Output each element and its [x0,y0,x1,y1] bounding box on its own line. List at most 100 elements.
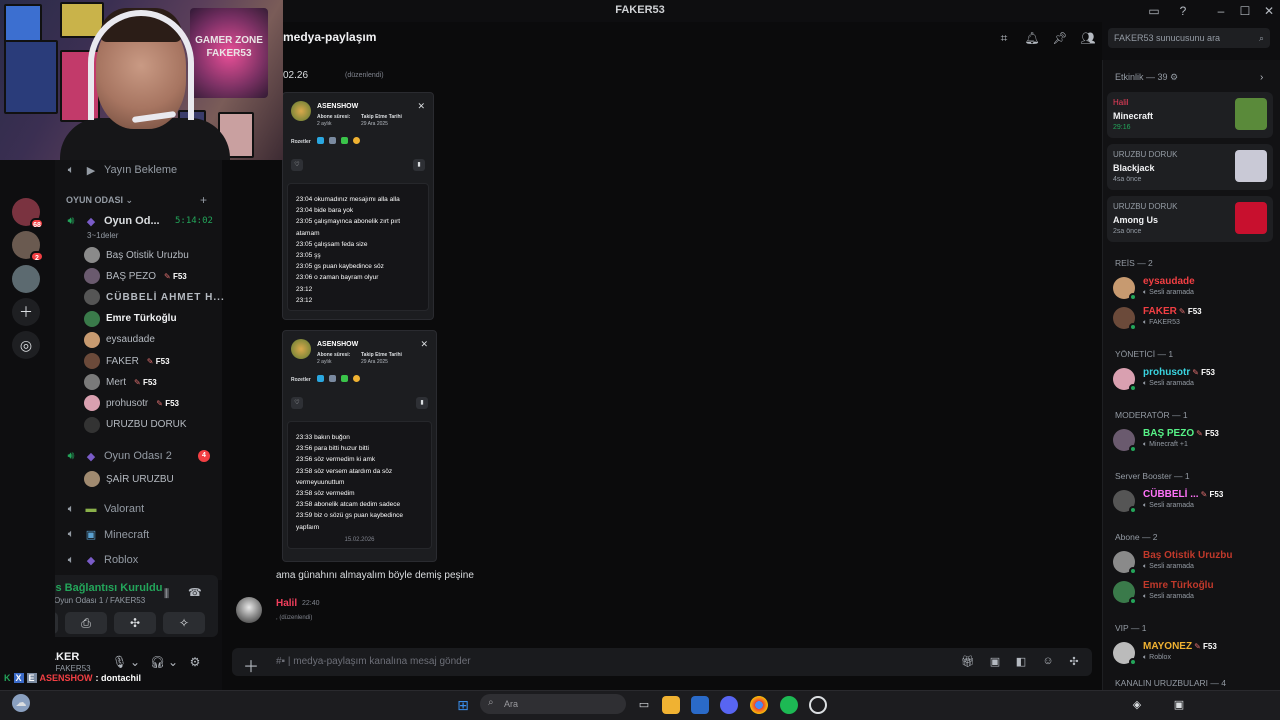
activity-card[interactable]: URUZBU DORUK Blackjack 4sa önce [1107,144,1273,190]
app-icon[interactable] [809,696,827,714]
add-channel-icon[interactable]: + [200,193,207,207]
member-row[interactable]: MAYONEZF53 🔈︎ Roblox [1113,639,1273,666]
badge-icon [353,375,360,382]
chat-log-line: 23:06 o zaman bayram olyur [296,274,379,282]
add-server-icon[interactable]: ＋ [12,298,40,326]
screenshare-button[interactable]: ⎙ [65,612,107,634]
category-header[interactable]: OYUN ODASI ⌄ [66,195,133,206]
minimize-icon[interactable]: – [1213,3,1229,19]
message-author[interactable]: Halil [276,598,297,609]
sticker-icon[interactable]: ◧ [1014,655,1028,668]
voice-member[interactable]: Baş Otistik Uruzbu [84,246,189,264]
pin-icon[interactable]: 📌︎ [1052,31,1068,45]
task-view-icon[interactable]: ▭ [635,696,653,714]
soundboard-button[interactable]: ✧ [163,612,205,634]
chevron-right-icon[interactable]: › [1260,72,1263,83]
activity-card[interactable]: Halil Minecraft 29:16 [1107,92,1273,138]
threads-icon[interactable]: ⌗ [996,31,1012,46]
apps-icon[interactable]: ✣ [1067,655,1081,668]
inbox-icon[interactable]: ▭ [1146,3,1162,19]
follow-date-label: Takip Etme Tarihi [361,352,402,358]
close-icon[interactable]: ✕ [1261,3,1277,19]
taskbar-search[interactable]: Ara [480,694,626,714]
noise-icon[interactable]: ⫼ [164,588,169,601]
channel-minecraft[interactable]: 🔈︎ ▣ Minecraft [64,525,150,545]
member-row[interactable]: prohusotrF53 🔈︎ Sesli aramada [1113,365,1273,392]
voice-member[interactable]: CÜBBELİ AHMET H... [84,288,225,306]
speaker-icon: 🔈︎ [67,528,75,540]
member-row[interactable]: BAŞ PEZOF53 🔈︎ Minecraft +1 [1113,426,1273,453]
member-row[interactable]: eysaudade 🔈︎ Sesli aramada [1113,274,1273,301]
chat-log-line: 23:05 çalışmayınca abonelik zırt pırt [296,218,401,226]
gear-icon[interactable]: ⚙ [1170,72,1178,82]
voice-channel-info[interactable]: Oyun Odası 1 / FAKER53 [54,596,145,605]
activities-button[interactable]: ✣ [114,612,156,634]
channel-valorant[interactable]: 🔈︎ ▬ Valorant [64,499,144,519]
member-name: FAKER [106,355,139,367]
weather-icon[interactable]: ☁ [12,694,30,712]
channel-oyun-odasi-2[interactable]: 🔊︎ ◆ Oyun Odası 2 [64,446,172,466]
chat-log-line: 23:56 para bitti huzur bitti [296,445,369,453]
member-status: 🔈︎ Minecraft +1 [1143,441,1188,449]
gift-icon[interactable]: 🎁︎ [961,655,975,668]
emoji-icon[interactable]: ☺ [1041,655,1055,667]
voice-member[interactable]: Emre Türkoğlu [84,310,177,328]
message-input-placeholder[interactable]: #▪ | medya-paylaşım kanalına mesaj gönde… [276,656,471,667]
voice-member[interactable]: eysaudade [84,331,155,349]
chevron-down-icon[interactable]: ⌄ [128,655,142,669]
member-row[interactable]: FAKERF53 🔈︎ FAKER53 [1113,304,1273,331]
voice-member[interactable]: URUZBU DORUK [84,416,187,434]
voice-member[interactable]: ŞAİR URUZBU [84,470,174,488]
search-input[interactable]: FAKER53 sunucusunu ara ⌕ [1108,28,1270,48]
image-attachment-2[interactable]: ASENSHOW ✕ Abone süresi: 2 aylık Takip E… [282,330,437,562]
gear-icon[interactable]: ⚙ [188,655,202,669]
file-explorer-icon[interactable] [662,696,680,714]
group-header: YÖNETİCİ — 1 [1115,349,1174,359]
help-icon[interactable]: ? [1175,3,1191,19]
channel-waiting[interactable]: 🔈︎ ▶ Yayın Bekleme [64,160,177,180]
chrome-icon[interactable] [750,696,768,714]
avatar[interactable] [236,597,262,623]
voice-member[interactable]: FAKER F53 [84,352,170,370]
discord-icon[interactable] [720,696,738,714]
volume-icon[interactable]: ▣ [1170,696,1188,714]
server-icon[interactable]: 68 [12,198,44,229]
spotify-icon[interactable] [780,696,798,714]
voice-member[interactable]: BAŞ PEZO F53 [84,267,187,285]
headphones-icon[interactable]: 🎧︎ [150,655,165,669]
server-icon[interactable]: 2 [12,231,44,262]
store-icon[interactable] [691,696,709,714]
channel-name: Valorant [104,503,145,515]
disconnect-icon[interactable]: ☎︎ [188,586,202,599]
bell-icon[interactable]: 🔔︎ [1024,31,1040,45]
add-attachment-button[interactable]: ＋ [243,653,259,677]
channel-oyun-odasi-1[interactable]: 🔊︎ ◆ Oyun Od... [64,211,160,231]
channel-roblox[interactable]: 🔈︎ ◆ Roblox [64,550,139,570]
image-attachment-1[interactable]: ASENSHOW ✕ Abone süresi: 2 aylık Takip E… [282,92,434,320]
gift-icon: ▮ [413,159,425,171]
maximize-icon[interactable]: ☐ [1237,3,1253,19]
microphone-icon[interactable]: 🎙︎ [112,655,127,669]
chevron-down-icon[interactable]: ⌄ [166,655,180,669]
voice-member[interactable]: prohusotr F53 [84,394,179,412]
game-art [1235,98,1267,130]
network-icon[interactable]: ◈ [1128,696,1146,714]
member-row[interactable]: Emre Türkoğlu 🔈︎ Sesli aramada [1113,578,1273,605]
discover-icon[interactable]: ◎ [12,331,40,359]
start-icon[interactable]: ⊞ [454,696,472,714]
members-icon[interactable]: 👥︎ [1080,31,1096,45]
gif-icon[interactable]: ▣ [988,655,1002,668]
log-date: 15.02.2026 [344,536,375,543]
member-name: BAŞ PEZOF53 [1143,428,1219,439]
avatar [84,289,100,306]
voice-member[interactable]: Mert F53 [84,373,157,391]
chat-log-line: 23:58 söz vermedim [296,490,355,498]
speaker-icon: 🔊︎ [67,214,75,227]
member-row[interactable]: Baş Otistik Uruzbu 🔈︎ Sesli aramada [1113,548,1273,575]
sub-duration-label: Abone süresi: [317,352,351,358]
server-icon[interactable] [12,265,40,293]
activity-card[interactable]: URUZBU DORUK Among Us 2sa önce [1107,196,1273,242]
status-dot [1129,567,1137,575]
voice-status[interactable]: Ses Bağlantısı Kuruldu [42,582,162,594]
member-row[interactable]: CÜBBELİ ...F53 🔈︎ Sesli aramada [1113,487,1273,514]
